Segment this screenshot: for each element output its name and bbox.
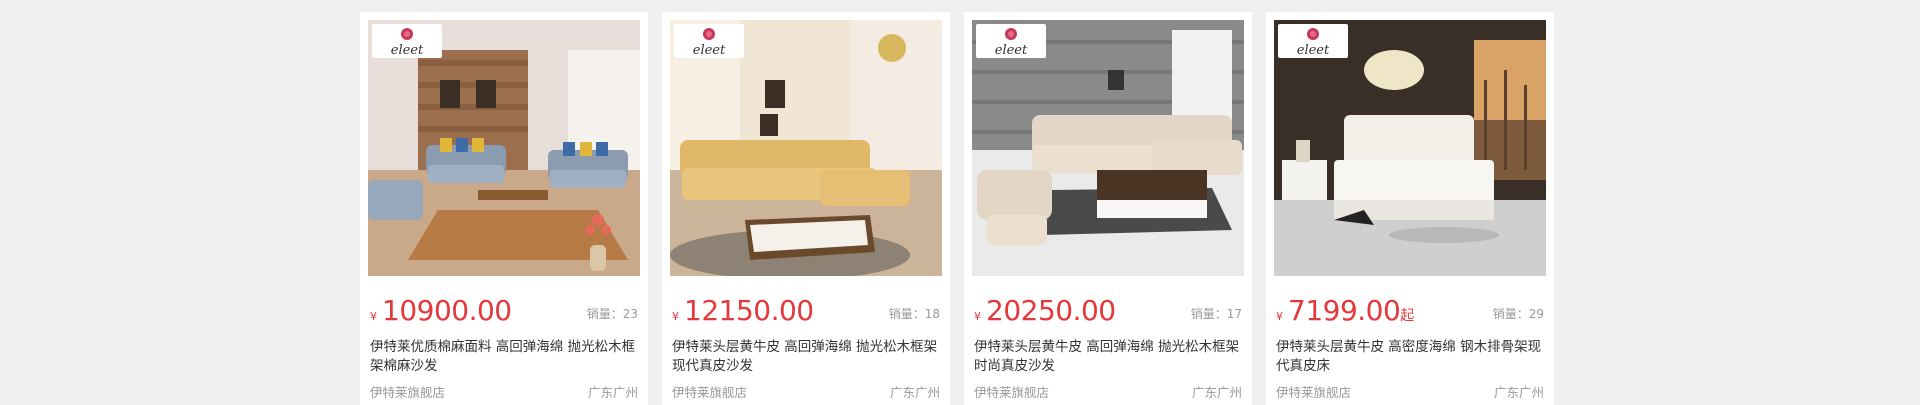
product-title[interactable]: 伊特莱头层黄牛皮 高回弹海绵 抛光松木框架时尚真皮沙发	[974, 338, 1242, 376]
shop-name[interactable]: 伊特莱旗舰店	[370, 382, 445, 401]
currency-symbol: ¥	[974, 310, 981, 323]
product-title[interactable]: 伊特莱头层黄牛皮 高密度海绵 钢木排骨架现代真皮床	[1276, 338, 1544, 376]
brand-logo: eleet	[372, 24, 442, 58]
sales-count: 销量：18	[888, 307, 940, 321]
sales-count: 销量：17	[1190, 307, 1242, 321]
product-image[interactable]: eleet	[368, 20, 640, 276]
price-row: ¥ 12150.00 销量：18	[672, 294, 940, 327]
brand-logo: eleet	[674, 24, 744, 58]
rose-icon	[401, 28, 413, 40]
product-price: 10900.00	[382, 294, 512, 327]
shop-location: 广东广州	[587, 385, 638, 400]
currency-symbol: ¥	[672, 310, 679, 323]
brand-logo-text: eleet	[390, 43, 424, 58]
shop-name[interactable]: 伊特莱旗舰店	[1276, 382, 1351, 401]
rose-icon	[1307, 28, 1319, 40]
product-price: 7199.00起	[1288, 294, 1414, 327]
sales-count: 销量：29	[1492, 307, 1544, 321]
rose-icon	[703, 28, 715, 40]
product-card[interactable]: eleet ¥ 10900.00 销量：23 伊特莱优质棉麻面料 高回弹海绵 抛…	[360, 12, 648, 405]
shop-location: 广东广州	[889, 385, 940, 400]
currency-symbol: ¥	[1276, 310, 1283, 323]
product-title[interactable]: 伊特莱优质棉麻面料 高回弹海绵 抛光松木框架棉麻沙发	[370, 338, 638, 376]
brand-logo-text: eleet	[994, 43, 1028, 58]
price-row: ¥ 10900.00 销量：23	[370, 294, 638, 327]
shop-location: 广东广州	[1191, 385, 1242, 400]
product-image[interactable]: eleet	[1274, 20, 1546, 276]
product-image[interactable]: eleet	[670, 20, 942, 276]
currency-symbol: ¥	[370, 310, 377, 323]
rose-icon	[1005, 28, 1017, 40]
brand-logo: eleet	[1278, 24, 1348, 58]
brand-logo: eleet	[976, 24, 1046, 58]
product-price: 12150.00	[684, 294, 814, 327]
price-row: ¥ 20250.00 销量：17	[974, 294, 1242, 327]
product-title[interactable]: 伊特莱头层黄牛皮 高回弹海绵 抛光松木框架现代真皮沙发	[672, 338, 940, 376]
sales-count: 销量：23	[586, 307, 638, 321]
product-card[interactable]: eleet ¥ 12150.00 销量：18 伊特莱头层黄牛皮 高回弹海绵 抛光…	[662, 12, 950, 405]
shop-location: 广东广州	[1493, 385, 1544, 400]
shop-name[interactable]: 伊特莱旗舰店	[974, 382, 1049, 401]
product-card[interactable]: eleet ¥ 20250.00 销量：17 伊特莱头层黄牛皮 高回弹海绵 抛光…	[964, 12, 1252, 405]
product-price: 20250.00	[986, 294, 1116, 327]
price-row: ¥ 7199.00起 销量：29	[1276, 294, 1544, 327]
brand-logo-text: eleet	[692, 43, 726, 58]
brand-logo-text: eleet	[1296, 43, 1330, 58]
product-grid: eleet ¥ 10900.00 销量：23 伊特莱优质棉麻面料 高回弹海绵 抛…	[360, 12, 1554, 405]
product-card[interactable]: eleet ¥ 7199.00起 销量：29 伊特莱头层黄牛皮 高密度海绵 钢木…	[1266, 12, 1554, 405]
shop-name[interactable]: 伊特莱旗舰店	[672, 382, 747, 401]
product-image[interactable]: eleet	[972, 20, 1244, 276]
